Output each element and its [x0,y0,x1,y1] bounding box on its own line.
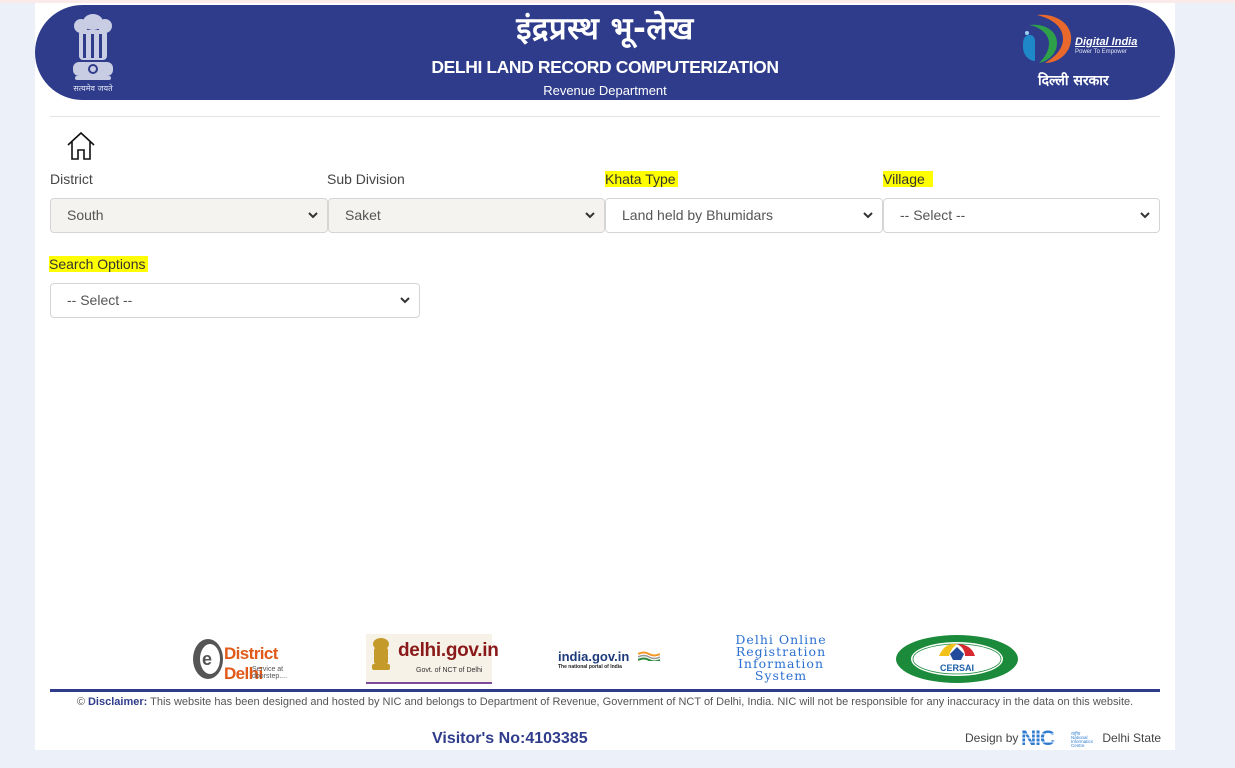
disclaimer-text: This website has been designed and hoste… [150,696,1134,708]
nic-logo-icon[interactable]: NIC राष्ट्रीय National Informatics Centr… [1021,728,1099,748]
svg-text:Centre: Centre [1071,743,1085,748]
home-icon[interactable] [66,131,96,161]
design-by-text: Design by [965,731,1019,745]
khata-type-label: Khata Type [605,171,678,187]
visitor-count: 4103385 [525,730,588,747]
edistrict-delhi-logo[interactable]: e District Delhi Service at doorstep.... [192,635,314,683]
village-label: Village [883,171,933,187]
visitor-label: Visitor's No: [432,730,526,747]
copyright-icon: © [76,696,85,708]
sub-division-value: Saket [345,207,381,223]
edistrict-e-icon: e [193,639,223,679]
visitor-counter: Visitor's No:4103385 [432,730,588,748]
cersai-seal-icon: CERSAI [896,635,1018,683]
hindi-title: इंद्रप्रस्थ भू-लेख [516,11,694,47]
khata-type-value: Land held by Bhumidars [622,207,773,223]
doris-logo[interactable]: Delhi Online Registration Information Sy… [721,632,841,684]
delhi-gov-name: delhi.gov.in [398,640,499,661]
sub-division-select[interactable]: Saket [328,198,605,233]
delhi-state-text: Delhi State [1102,731,1162,745]
sub-division-label: Sub Division [327,171,405,187]
svg-text:e: e [202,649,212,669]
page-title: DELHI LAND RECORD COMPUTERIZATION [431,57,779,77]
partner-logos: e District Delhi Service at doorstep....… [35,623,1175,693]
page-subtitle: Revenue Department [543,83,667,98]
khata-type-select[interactable]: Land held by Bhumidars [605,198,883,233]
footer-divider [50,689,1160,692]
chevron-down-icon [863,212,873,219]
flag-icon [638,651,660,661]
chevron-down-icon [400,297,410,304]
digital-india-logo-icon [1023,14,1072,64]
header-divider [50,116,1160,117]
emblem-icon [372,638,390,670]
district-label: District [50,171,93,187]
cersai-text: CERSAI [940,663,974,673]
search-options-label: Search Options [49,256,148,272]
site-header: सत्यमेव जयते इंद्रप्रस्थ भू-लेख DELHI LA… [35,5,1175,100]
delhi-sarkar-text: दिल्ली सरकार [1038,73,1109,89]
page-card: सत्यमेव जयते इंद्रप्रस्थ भू-लेख DELHI LA… [35,3,1175,750]
delhi-gov-logo[interactable]: delhi.gov.in Govt. of NCT of Delhi [366,634,499,684]
edistrict-tagline: Service at doorstep.... [252,666,288,680]
search-options-select[interactable]: -- Select -- [50,283,420,318]
india-gov-tagline: The national portal of India [558,664,622,670]
cersai-logo[interactable]: CERSAI [895,634,1020,684]
village-value: -- Select -- [900,207,966,223]
india-gov-logo[interactable]: india.gov.in The national portal of Indi… [558,649,662,671]
district-value: South [67,207,104,223]
disclaimer-label: Disclaimer: [87,696,148,708]
disclaimer: © Disclaimer: This website has been desi… [50,694,1160,711]
digital-india-tagline: Power To Empower [1075,49,1127,55]
design-credit: Design by NIC राष्ट्रीय National Informa… [965,728,1161,748]
digital-india-text: Digital India [1075,36,1138,48]
chevron-down-icon [585,212,595,219]
doris-name: Delhi Online Registration Information Sy… [735,632,827,683]
chevron-down-icon [308,212,318,219]
chevron-down-icon [1140,212,1150,219]
delhi-gov-tagline: Govt. of NCT of Delhi [416,667,483,674]
search-options-value: -- Select -- [67,292,133,308]
district-select[interactable]: South [50,198,328,233]
india-gov-name: india.gov.in [558,649,630,664]
village-select[interactable]: -- Select -- [883,198,1160,233]
